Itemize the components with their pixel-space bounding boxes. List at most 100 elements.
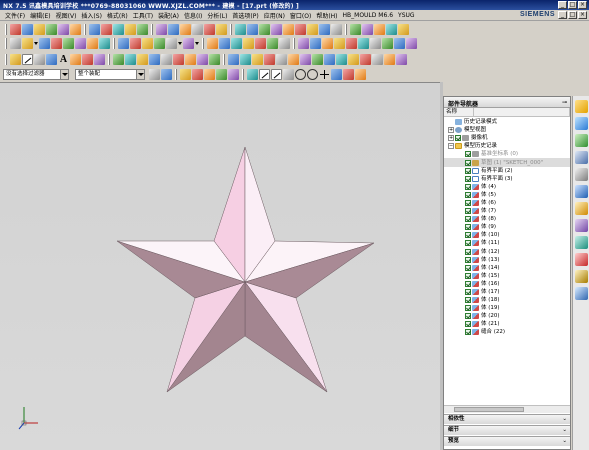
mirror-icon[interactable] [247, 23, 258, 35]
menu-preferences[interactable]: 首选项(P) [232, 11, 258, 20]
visibility-checkbox[interactable] [465, 329, 471, 336]
redo-icon[interactable] [99, 38, 110, 49]
curve-icon[interactable] [10, 23, 21, 35]
clip-icon[interactable] [346, 38, 357, 49]
studio-surface-icon[interactable] [252, 53, 263, 65]
snap-on-curve-icon[interactable] [331, 69, 342, 80]
enlarge-icon[interactable] [288, 53, 299, 65]
visibility-checkbox[interactable] [465, 232, 471, 239]
orient-view-icon[interactable] [183, 38, 194, 49]
visibility-checkbox[interactable] [465, 224, 471, 231]
offset-surface-icon[interactable] [336, 53, 347, 65]
tree-item[interactable]: 体 (14) [444, 264, 570, 272]
visibility-checkbox[interactable] [465, 305, 471, 312]
assembly-navigator-icon[interactable] [575, 100, 588, 113]
snap-intersection-icon[interactable] [283, 69, 294, 80]
tree-item[interactable]: 体 (11) [444, 239, 570, 247]
tree-item[interactable]: 体 (4) [444, 183, 570, 191]
pocket-icon[interactable] [70, 23, 81, 35]
visibility-checkbox[interactable] [465, 256, 471, 263]
hole-icon[interactable] [46, 23, 57, 35]
select-faces-icon[interactable] [192, 69, 203, 80]
tree-item[interactable]: 有界平面 (2) [444, 167, 570, 175]
visibility-checkbox[interactable] [455, 135, 461, 142]
menu-tools[interactable]: 工具(T) [133, 11, 153, 20]
select-curves-icon[interactable] [228, 69, 239, 80]
pin-icon[interactable]: ⊸ [562, 99, 567, 106]
menu-file[interactable]: 文件(F) [5, 11, 25, 20]
replace-face-icon[interactable] [348, 53, 359, 65]
trim-body-icon[interactable] [125, 23, 136, 35]
extract-icon[interactable] [331, 23, 342, 35]
menu-format[interactable]: 格式(R) [107, 11, 128, 20]
zoom-icon[interactable] [130, 38, 141, 49]
reuse-library-icon[interactable] [575, 151, 588, 164]
dependencies-panel[interactable]: 相依性 ⌄ [444, 414, 570, 424]
menu-window[interactable]: 窗口(O) [290, 11, 311, 20]
snap-mid-icon[interactable] [259, 69, 270, 80]
tree-item[interactable]: 草图 (1) "SKETCH_000" [444, 158, 570, 167]
visibility-checkbox[interactable] [465, 191, 471, 198]
split-body-icon[interactable] [137, 23, 148, 35]
intersect-icon[interactable] [113, 23, 124, 35]
expand-icon[interactable]: + [448, 135, 454, 142]
visibility-checkbox[interactable] [465, 208, 471, 215]
render-style-icon[interactable] [166, 38, 177, 49]
spline-icon[interactable] [161, 53, 172, 65]
menu-analysis[interactable]: 分析(L) [207, 11, 227, 20]
snap-view-icon[interactable] [358, 38, 369, 49]
ysug-tool2-icon[interactable] [374, 23, 385, 35]
visibility-checkbox[interactable] [465, 240, 471, 247]
tree-item[interactable]: 体 (15) [444, 272, 570, 280]
move-face-icon[interactable] [384, 53, 395, 65]
edge-blend-icon[interactable] [156, 23, 167, 35]
menu-view[interactable]: 视图(V) [56, 11, 77, 20]
offset-curve-icon[interactable] [70, 53, 81, 65]
extrude-icon[interactable] [22, 23, 33, 35]
intersect-curve-icon[interactable] [113, 53, 124, 65]
mould-wizard-icon[interactable] [350, 23, 361, 35]
system-materials-icon[interactable] [575, 219, 588, 232]
section-icon[interactable] [334, 38, 345, 49]
snap-existing-point-icon[interactable] [319, 69, 330, 80]
snap-end-icon[interactable] [247, 69, 258, 80]
datum-csys-icon[interactable] [267, 38, 278, 49]
doc-restore-button[interactable]: □ [568, 11, 577, 19]
minimize-button[interactable]: _ [558, 1, 567, 9]
navigator-horizontal-scrollbar[interactable] [444, 405, 570, 413]
tree-item[interactable]: 体 (17) [444, 288, 570, 296]
tree-item[interactable]: 体 (12) [444, 248, 570, 256]
wcs-icon[interactable] [231, 38, 242, 49]
menu-hb-mould[interactable]: HB_MOULD M6.6 [343, 12, 394, 19]
visibility-checkbox[interactable] [465, 151, 471, 158]
unite-icon[interactable] [89, 23, 100, 35]
visibility-checkbox[interactable] [465, 321, 471, 328]
menu-edit[interactable]: 编辑(E) [30, 11, 50, 20]
section-curve-icon[interactable] [125, 53, 136, 65]
visibility-checkbox[interactable] [465, 175, 471, 182]
undo-icon[interactable] [87, 38, 98, 49]
select-features-icon[interactable] [180, 69, 191, 80]
visibility-checkbox[interactable] [465, 216, 471, 223]
select-edges-icon[interactable] [204, 69, 215, 80]
copy-icon[interactable] [63, 38, 74, 49]
trim-curve-icon[interactable] [197, 53, 208, 65]
process-studio-icon[interactable] [575, 236, 588, 249]
tree-item[interactable]: + 摄像机 [444, 134, 570, 142]
rotate-icon[interactable] [142, 38, 153, 49]
tree-item[interactable]: 体 (7) [444, 207, 570, 215]
tree-item[interactable]: 体 (6) [444, 199, 570, 207]
extract-curve-icon[interactable] [137, 53, 148, 65]
fillet-curve-icon[interactable] [173, 53, 184, 65]
open-file-icon[interactable] [22, 38, 33, 49]
general-filter-icon[interactable] [149, 69, 160, 80]
arc-icon[interactable] [46, 53, 57, 65]
reset-filter-icon[interactable] [161, 69, 172, 80]
bounded-plane-icon[interactable] [283, 23, 294, 35]
sketch-icon[interactable] [10, 53, 21, 65]
swept-icon[interactable] [307, 23, 318, 35]
tree-item[interactable]: 体 (13) [444, 256, 570, 264]
tree-item[interactable]: 体 (16) [444, 280, 570, 288]
move-object-icon[interactable] [382, 38, 393, 49]
visibility-checkbox[interactable] [465, 297, 471, 304]
